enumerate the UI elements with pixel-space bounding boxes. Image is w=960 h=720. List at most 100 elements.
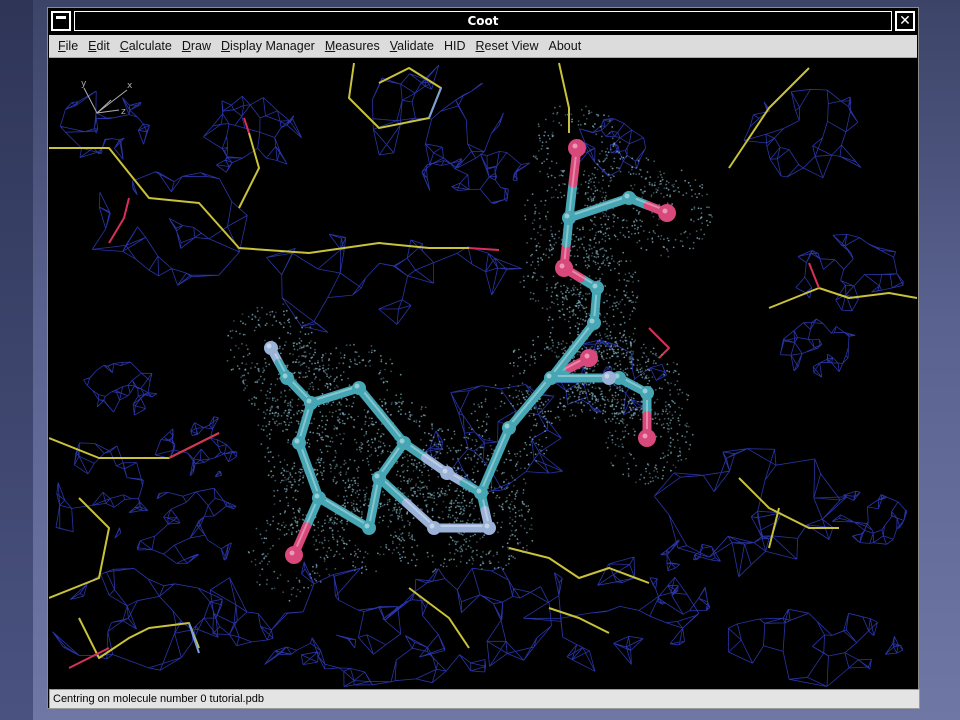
surface-dot [415, 465, 418, 468]
window-menu-button[interactable] [51, 11, 71, 31]
surface-dot [377, 446, 380, 449]
surface-dot [635, 173, 637, 175]
surface-dot [611, 167, 614, 170]
surface-dot [578, 323, 581, 325]
surface-dot [616, 402, 619, 405]
menu-calculate[interactable]: Calculate [120, 39, 172, 53]
surface-dot [359, 550, 362, 553]
surface-dot [289, 352, 291, 355]
graphics-viewport[interactable]: y x z [49, 58, 917, 687]
surface-dot [634, 430, 636, 433]
surface-dot [648, 231, 651, 234]
surface-dot [497, 561, 500, 563]
menu-display-manager[interactable]: Display Manager [221, 39, 315, 53]
surface-dot [344, 487, 346, 489]
surface-dot [242, 379, 245, 382]
surface-dot [592, 382, 595, 385]
surface-dot [611, 405, 613, 408]
surface-dot [523, 478, 525, 481]
surface-dot [661, 477, 664, 480]
surface-dot [285, 479, 288, 481]
surface-dot [371, 417, 373, 420]
surface-dot [633, 340, 636, 343]
surface-dot [620, 407, 623, 410]
surface-dot [470, 459, 473, 461]
surface-dot [270, 476, 273, 479]
surface-dot [516, 365, 519, 367]
surface-dot [343, 356, 346, 359]
surface-dot [283, 344, 286, 347]
surface-dot [523, 397, 525, 399]
surface-dot [321, 472, 324, 475]
surface-dot [507, 386, 510, 389]
surface-dot [307, 438, 310, 441]
surface-dot [339, 521, 342, 523]
surface-dot [508, 384, 511, 386]
surface-dot [410, 559, 413, 562]
surface-dot [579, 284, 582, 286]
surface-dot [617, 393, 620, 396]
surface-dot [597, 255, 600, 258]
surface-dot [636, 367, 638, 370]
surface-dot [441, 430, 444, 432]
surface-dot [505, 478, 508, 481]
surface-dot [298, 471, 300, 473]
surface-dot [584, 397, 586, 400]
surface-dot [631, 338, 633, 341]
surface-dot [654, 466, 656, 469]
menu-reset-view[interactable]: Reset View [476, 39, 539, 53]
menu-validate[interactable]: Validate [390, 39, 434, 53]
surface-dot [524, 359, 527, 362]
surface-dot [328, 445, 330, 448]
surface-dot [587, 264, 589, 266]
surface-dot [365, 492, 368, 495]
surface-dot [462, 494, 465, 497]
surface-dot [446, 493, 448, 496]
surface-dot [503, 461, 506, 464]
surface-dot [608, 325, 611, 327]
surface-dot [416, 495, 419, 498]
surface-dot [361, 511, 363, 513]
surface-dot [559, 191, 562, 194]
surface-dot [354, 510, 356, 512]
surface-dot [493, 567, 496, 570]
surface-dot [429, 496, 431, 499]
surface-dot [440, 491, 443, 494]
surface-dot [334, 517, 337, 519]
surface-dot [361, 566, 364, 569]
menu-about[interactable]: About [549, 39, 582, 53]
surface-dot [280, 422, 282, 425]
surface-dot [568, 393, 570, 396]
surface-dot [512, 405, 514, 407]
surface-dot [561, 348, 563, 351]
surface-dot [325, 554, 328, 557]
surface-dot [590, 200, 593, 202]
molecule-scene[interactable]: y x z [49, 58, 917, 687]
atom-highlight [604, 373, 610, 379]
surface-dot [358, 489, 361, 491]
surface-dot [666, 461, 669, 464]
surface-dot [640, 175, 643, 178]
surface-dot [310, 576, 312, 579]
menu-edit[interactable]: Edit [88, 39, 110, 53]
surface-dot [316, 362, 319, 364]
surface-dot [624, 430, 627, 432]
surface-dot [623, 404, 625, 406]
surface-dot [633, 393, 636, 396]
surface-dot [318, 369, 320, 372]
surface-dot [594, 176, 597, 179]
surface-dot [404, 556, 407, 559]
menu-measures[interactable]: Measures [325, 39, 380, 53]
menu-file[interactable]: File [58, 39, 78, 53]
surface-dot [364, 493, 366, 496]
menu-draw[interactable]: Draw [182, 39, 211, 53]
surface-dot [673, 183, 675, 186]
surface-dot [478, 517, 481, 520]
surface-dot [283, 401, 286, 404]
close-icon[interactable]: ✕ [895, 11, 915, 31]
menu-hid[interactable]: HID [444, 39, 466, 53]
surface-dot [579, 351, 582, 354]
surface-dot [398, 515, 401, 518]
surface-dot [415, 483, 418, 485]
ligand-atom [482, 521, 496, 535]
